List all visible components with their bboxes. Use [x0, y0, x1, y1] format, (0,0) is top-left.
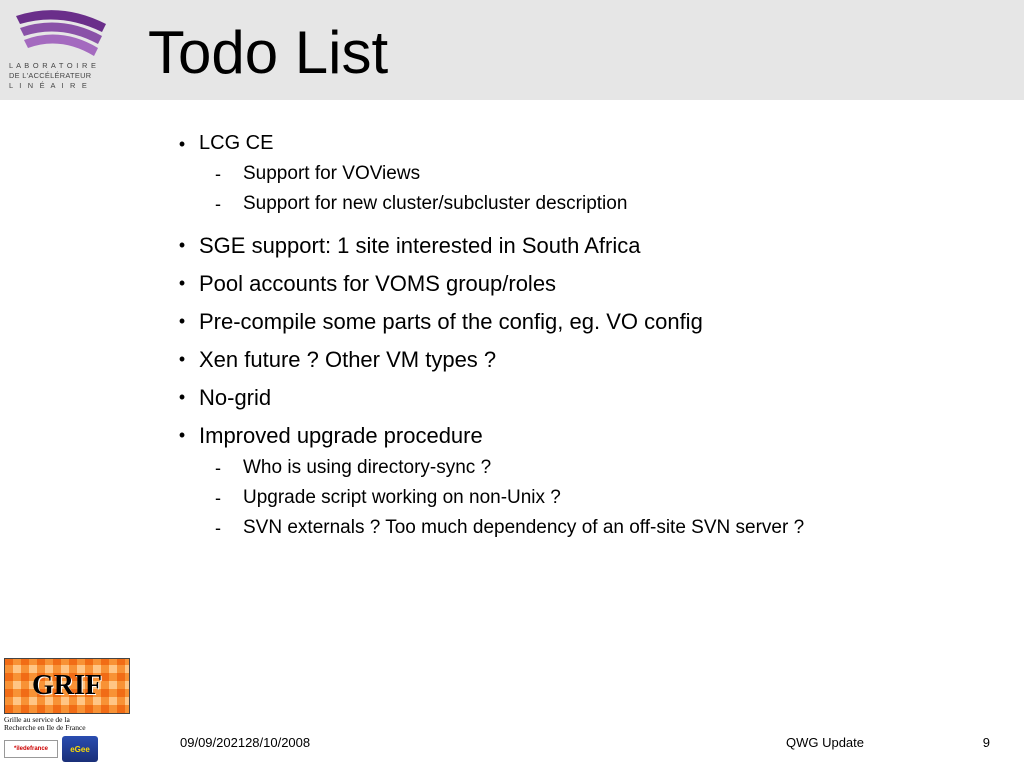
grif-subtitle-2: Recherche en Ile de France — [4, 724, 164, 732]
iledefrance-logo: *iledefrance — [4, 740, 58, 758]
bullet-text: SGE support: 1 site interested in South … — [199, 233, 640, 259]
bullet-upgrade: • Improved upgrade procedure — [165, 423, 1005, 449]
bullet-text: No-grid — [199, 385, 271, 411]
bullet-dot-icon: • — [165, 233, 199, 256]
slide-root: L A B O R A T O I R E DE L'ACCÉLÉRATEUR … — [0, 0, 1024, 768]
dash-icon: - — [215, 193, 243, 215]
bullet-dot-icon: • — [165, 347, 199, 370]
bullet-text: Pre-compile some parts of the config, eg… — [199, 309, 703, 335]
subbullet-cluster: - Support for new cluster/subcluster des… — [215, 193, 1005, 215]
subbullet-dirsync: - Who is using directory-sync ? — [215, 457, 1005, 479]
dash-icon: - — [215, 487, 243, 509]
bullet-dot-icon: • — [165, 385, 199, 408]
bullet-pool: • Pool accounts for VOMS group/roles — [165, 271, 1005, 297]
bullet-text: Pool accounts for VOMS group/roles — [199, 271, 556, 297]
dash-icon: - — [215, 517, 243, 539]
dash-icon: - — [215, 457, 243, 479]
footer-page-number: 9 — [983, 735, 990, 750]
page-title: Todo List — [148, 18, 388, 87]
bullet-dot-icon: • — [165, 423, 199, 446]
subbullet-text: Who is using directory-sync ? — [243, 457, 491, 479]
bullet-lcg-ce: • LCG CE — [165, 132, 1005, 155]
subbullet-text: SVN externals ? Too much dependency of a… — [243, 517, 804, 539]
footer-center-text: QWG Update — [786, 735, 864, 750]
footer-date: 09/09/202128/10/2008 — [180, 735, 310, 750]
bullet-sge: • SGE support: 1 site interested in Sout… — [165, 233, 1005, 259]
subbullet-text: Support for VOViews — [243, 163, 420, 185]
grif-title: GRIF — [32, 670, 102, 702]
bullet-nogrid: • No-grid — [165, 385, 1005, 411]
mini-logo-row: *iledefrance eGee — [4, 736, 164, 762]
lal-text-3: L I N É A I R E — [9, 81, 89, 90]
subbullet-text: Support for new cluster/subcluster descr… — [243, 193, 627, 215]
bullet-dot-icon: • — [165, 309, 199, 332]
subbullet-svn: - SVN externals ? Too much dependency of… — [215, 517, 1005, 539]
subbullet-text: Upgrade script working on non-Unix ? — [243, 487, 561, 509]
subbullet-nonunix: - Upgrade script working on non-Unix ? — [215, 487, 1005, 509]
grif-logo: GRIF — [4, 658, 130, 714]
lal-logo: L A B O R A T O I R E DE L'ACCÉLÉRATEUR … — [6, 6, 136, 94]
dash-icon: - — [215, 163, 243, 185]
subbullet-voviews: - Support for VOViews — [215, 163, 1005, 185]
bullet-dot-icon: • — [165, 271, 199, 294]
bullet-dot-icon: • — [165, 132, 199, 155]
bullet-xen: • Xen future ? Other VM types ? — [165, 347, 1005, 373]
bullet-text: Improved upgrade procedure — [199, 423, 483, 449]
slide-content: • LCG CE - Support for VOViews - Support… — [165, 120, 1005, 539]
bullet-text: Xen future ? Other VM types ? — [199, 347, 496, 373]
corner-logos: GRIF Grille au service de la Recherche e… — [4, 658, 164, 763]
egee-logo: eGee — [62, 736, 98, 762]
lal-text-2: DE L'ACCÉLÉRATEUR — [9, 71, 91, 80]
lal-text-1: L A B O R A T O I R E — [9, 61, 97, 70]
bullet-precompile: • Pre-compile some parts of the config, … — [165, 309, 1005, 335]
bullet-text: LCG CE — [199, 132, 273, 155]
